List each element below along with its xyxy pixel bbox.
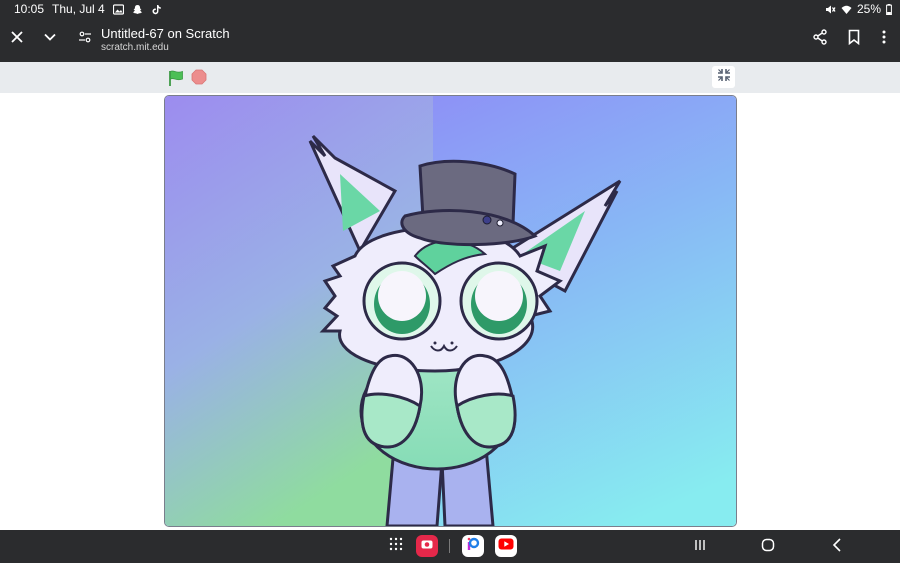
green-flag-icon [167, 70, 185, 91]
app-drawer-icon [389, 537, 403, 556]
chevron-down-icon [43, 30, 57, 49]
more-icon [881, 29, 887, 50]
wifi-icon [841, 4, 852, 15]
minimize-button[interactable] [37, 26, 63, 52]
stop-icon [191, 69, 207, 89]
character-nose-dot-left [433, 341, 437, 345]
scratch-controls-bar [0, 62, 900, 93]
more-button[interactable] [871, 26, 897, 52]
project-stage[interactable] [164, 95, 737, 527]
bookmark-icon [847, 29, 861, 50]
youtube-app-button[interactable] [495, 535, 517, 557]
exit-fullscreen-button[interactable] [712, 66, 735, 88]
page-title: Untitled-67 on Scratch [101, 26, 230, 41]
gallery-icon [112, 3, 124, 15]
share-icon [812, 28, 828, 50]
close-icon [10, 30, 24, 49]
navigation-bar [0, 530, 900, 563]
picsart-app-icon [465, 536, 481, 557]
camera-app-icon [420, 537, 434, 556]
site-settings-button[interactable] [72, 26, 98, 52]
youtube-app-icon [498, 537, 514, 555]
browser-toolbar: Untitled-67 on Scratch scratch.mit.edu [0, 18, 900, 62]
exit-fullscreen-icon [717, 68, 731, 87]
tiktok-icon [151, 4, 162, 15]
status-time: 10:05 [14, 2, 45, 16]
site-settings-icon [78, 30, 92, 49]
dock-divider [449, 539, 450, 553]
recents-button[interactable] [690, 537, 710, 557]
app-drawer-button[interactable] [385, 535, 407, 557]
character-nose-dot-right [450, 341, 454, 345]
character-eye-shine-right [475, 271, 523, 321]
mute-icon [825, 4, 836, 15]
status-left: 10:05 Thu, Jul 4 [14, 2, 162, 16]
recents-icon [694, 538, 706, 556]
stop-button[interactable] [191, 69, 207, 85]
back-button[interactable] [827, 537, 847, 557]
bookmark-button[interactable] [841, 26, 867, 52]
green-flag-button[interactable] [167, 69, 185, 87]
status-right: 25% [825, 2, 892, 16]
character-eye-shine-left [378, 271, 426, 321]
hat-pin-small [496, 219, 504, 227]
close-button[interactable] [4, 26, 30, 52]
snapchat-icon [132, 4, 143, 15]
status-bar: 10:05 Thu, Jul 4 25% [0, 0, 900, 18]
stage-artwork [165, 96, 736, 526]
home-button[interactable] [758, 537, 778, 557]
status-date: Thu, Jul 4 [52, 2, 105, 16]
battery-percent: 25% [856, 2, 881, 16]
page-url: scratch.mit.edu [101, 42, 169, 53]
hat-pin [482, 215, 492, 225]
picsart-app-button[interactable] [462, 535, 484, 557]
home-icon [761, 538, 775, 557]
battery-icon [886, 3, 892, 15]
share-button[interactable] [807, 26, 833, 52]
camera-app-button[interactable] [416, 535, 438, 557]
back-icon [831, 537, 843, 557]
